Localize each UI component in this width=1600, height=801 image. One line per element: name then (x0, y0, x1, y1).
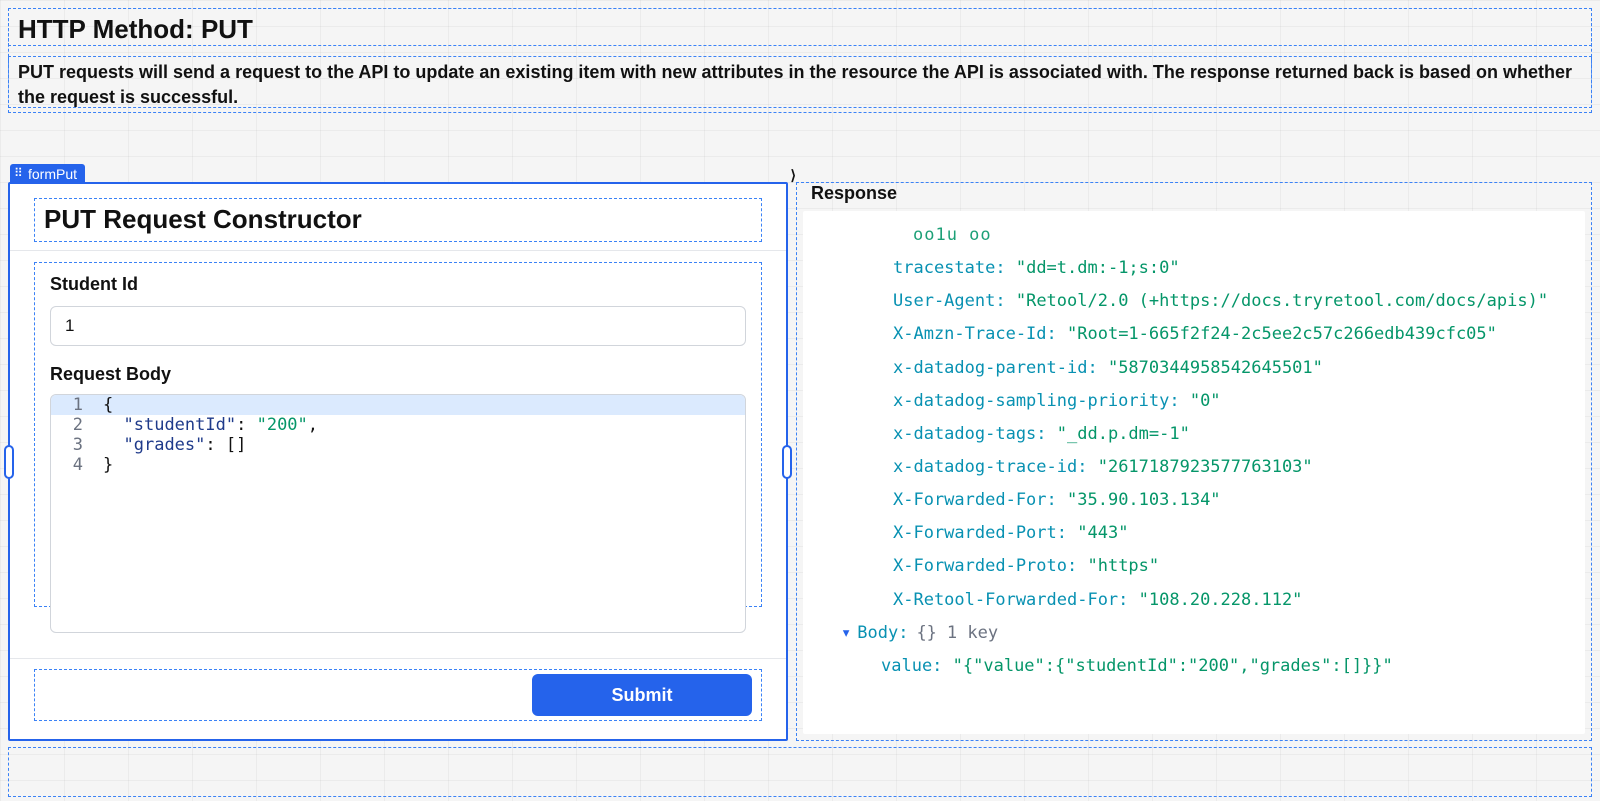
submit-button[interactable]: Submit (532, 674, 752, 716)
response-body-value: value: "{"value":{"studentId":"200","gra… (823, 650, 1577, 683)
page-description: PUT requests will send a request to the … (18, 60, 1582, 110)
student-id-input[interactable] (50, 306, 746, 346)
editor-gutter: 3 (51, 435, 89, 455)
form-put-container[interactable]: formPut ⟩ PUT Request Constructor Studen… (8, 182, 788, 741)
editor-code[interactable]: } (89, 455, 745, 475)
student-id-label: Student Id (50, 274, 138, 295)
caret-down-icon[interactable]: ▾ (841, 623, 851, 643)
component-tag-label: formPut (28, 166, 77, 182)
page-title: HTTP Method: PUT (18, 14, 253, 45)
component-tag[interactable]: formPut (10, 164, 85, 184)
editor-line[interactable]: 2 "studentId": "200", (51, 415, 745, 435)
response-header-row: X-Forwarded-Port: "443" (823, 517, 1577, 550)
editor-gutter: 1 (51, 395, 89, 415)
editor-gutter: 4 (51, 455, 89, 475)
response-header-row: User-Agent: "Retool/2.0 (+https://docs.t… (823, 285, 1577, 318)
response-body[interactable]: oo1u ootracestate: "dd=t.dm:-1;s:0"User-… (803, 211, 1585, 734)
editor-code[interactable]: { (89, 395, 745, 415)
request-body-label: Request Body (50, 364, 171, 385)
resize-handle-right[interactable] (782, 445, 792, 479)
response-truncated-line: oo1u oo (823, 219, 1577, 252)
form-divider-bottom (10, 658, 786, 659)
form-title: PUT Request Constructor (44, 204, 362, 235)
response-header-row: X-Forwarded-For: "35.90.103.134" (823, 484, 1577, 517)
response-body-toggle[interactable]: ▾Body:{}1 key (823, 617, 1577, 650)
editor-line[interactable]: 1{ (51, 395, 745, 415)
response-header-row: X-Retool-Forwarded-For: "108.20.228.112" (823, 584, 1577, 617)
resize-handle-left[interactable] (4, 445, 14, 479)
response-header-row: x-datadog-sampling-priority: "0" (823, 385, 1577, 418)
response-title: Response (811, 183, 897, 204)
response-header-row: x-datadog-trace-id: "2617187923577763103… (823, 451, 1577, 484)
response-container: Response oo1u ootracestate: "dd=t.dm:-1;… (796, 182, 1592, 741)
drag-handle-icon[interactable] (14, 169, 24, 179)
editor-code[interactable]: "grades": [] (89, 435, 745, 455)
response-header-row: X-Forwarded-Proto: "https" (823, 550, 1577, 583)
response-header-row: X-Amzn-Trace-Id: "Root=1-665f2f24-2c5ee2… (823, 318, 1577, 351)
editor-line[interactable]: 3 "grades": [] (51, 435, 745, 455)
form-divider-top (10, 250, 786, 251)
response-header-row: x-datadog-parent-id: "587034495854264550… (823, 352, 1577, 385)
editor-gutter: 2 (51, 415, 89, 435)
editor-code[interactable]: "studentId": "200", (89, 415, 745, 435)
editor-line[interactable]: 4} (51, 455, 745, 475)
response-header-row: x-datadog-tags: "_dd.p.dm=-1" (823, 418, 1577, 451)
bottom-selection (8, 747, 1592, 797)
response-header-row: tracestate: "dd=t.dm:-1;s:0" (823, 252, 1577, 285)
request-body-editor[interactable]: 1{2 "studentId": "200",3 "grades": []4} (50, 394, 746, 633)
